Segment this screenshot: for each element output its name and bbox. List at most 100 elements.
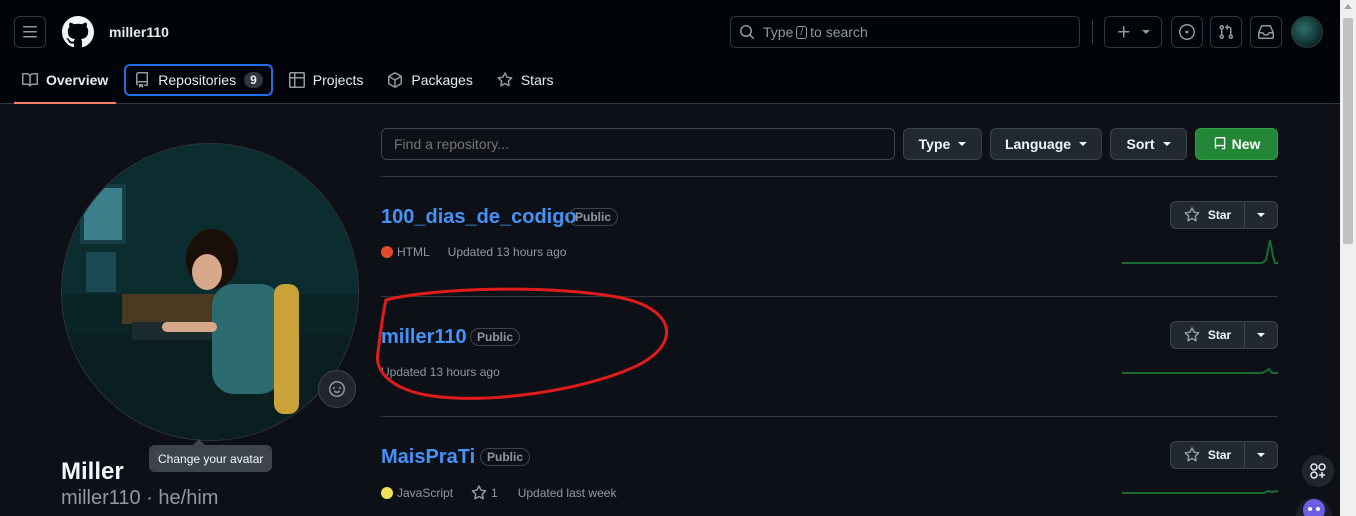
- chevron-down-icon: [1257, 333, 1265, 337]
- inbox-button[interactable]: [1250, 16, 1282, 48]
- repo-count-badge: 9: [244, 72, 263, 88]
- user-avatar[interactable]: [1291, 16, 1323, 48]
- inbox-icon: [1258, 25, 1274, 39]
- search-shortcut-key: /: [796, 25, 808, 39]
- page-scrollbar[interactable]: [1340, 0, 1356, 516]
- sort-button[interactable]: Sort: [1110, 128, 1187, 160]
- search-input[interactable]: Type / to search: [730, 16, 1080, 48]
- star-button-group: Star: [1170, 321, 1278, 349]
- create-new-button[interactable]: [1104, 16, 1162, 48]
- repo-filter-bar: Type Language Sort New: [381, 128, 1278, 160]
- star-list-dropdown[interactable]: [1245, 442, 1277, 468]
- chevron-down-icon: [1257, 453, 1265, 457]
- top-header: miller110 Type / to search Overview Repo…: [0, 0, 1340, 104]
- list-divider: [381, 176, 1278, 177]
- tab-stars[interactable]: Stars: [489, 64, 562, 96]
- star-label: Star: [1207, 448, 1232, 462]
- search-suffix: to search: [810, 24, 868, 40]
- activity-sparkline: [1122, 239, 1278, 264]
- language-color-dot: [381, 487, 393, 499]
- find-repository-input[interactable]: [381, 128, 895, 160]
- repo-icon: [136, 72, 149, 88]
- star-list-dropdown[interactable]: [1245, 322, 1277, 348]
- repo-updated: Updated last week: [517, 486, 617, 500]
- star-button-group: Star: [1170, 441, 1278, 469]
- sort-label: Sort: [1126, 136, 1155, 152]
- new-repository-button[interactable]: New: [1195, 128, 1278, 160]
- tab-label: Projects: [312, 72, 364, 88]
- visibility-badge: Public: [568, 208, 619, 226]
- star-button[interactable]: Star: [1171, 202, 1245, 228]
- apps-icon: [1310, 463, 1326, 479]
- issues-button[interactable]: [1171, 16, 1203, 48]
- repo-name-link[interactable]: MaisPraTi: [381, 446, 475, 469]
- activity-sparkline: [1122, 367, 1278, 374]
- scrollbar-thumb[interactable]: [1343, 18, 1353, 244]
- profile-login: miller110 · he/him: [61, 487, 219, 509]
- visibility-badge: Public: [480, 448, 531, 466]
- chevron-down-icon: [1162, 142, 1171, 146]
- new-label: New: [1231, 136, 1261, 152]
- repo-language: HTML: [397, 245, 430, 259]
- avatar-illustration: [62, 144, 358, 440]
- language-filter-label: Language: [1004, 136, 1072, 152]
- assistant-extension-button[interactable]: [1296, 498, 1332, 516]
- pull-requests-button[interactable]: [1210, 16, 1242, 48]
- hamburger-icon: [23, 26, 37, 38]
- type-filter-button[interactable]: Type: [903, 128, 982, 160]
- star-list-dropdown[interactable]: [1245, 202, 1277, 228]
- profile-tabs: Overview Repositories 9 Projects Package…: [14, 64, 570, 104]
- header-username[interactable]: miller110: [109, 24, 169, 40]
- issue-opened-icon: [1179, 24, 1195, 40]
- star-label: Star: [1207, 328, 1232, 342]
- package-icon: [388, 72, 403, 88]
- tab-packages[interactable]: Packages: [379, 64, 480, 96]
- profile-name: Miller: [61, 458, 124, 485]
- scroll-up-arrow-icon[interactable]: [1344, 4, 1352, 9]
- status-emoji-button[interactable]: [318, 370, 356, 408]
- repo-name-link[interactable]: 100_dias_de_codigo: [381, 206, 577, 229]
- chevron-down-icon: [1142, 30, 1150, 34]
- plus-icon: [1118, 26, 1130, 38]
- repo-meta: HTML Updated 13 hours ago: [381, 245, 566, 259]
- star-label: Star: [1207, 208, 1232, 222]
- star-icon: [1184, 207, 1200, 222]
- tab-label: Packages: [411, 72, 473, 88]
- tab-projects[interactable]: Projects: [281, 64, 372, 96]
- repo-meta: JavaScript 1 Updated last week: [381, 485, 616, 501]
- book-icon: [22, 72, 38, 87]
- activity-sparkline: [1122, 489, 1278, 494]
- type-filter-label: Type: [918, 136, 951, 152]
- chevron-down-icon: [958, 142, 967, 146]
- language-filter-button[interactable]: Language: [990, 128, 1102, 160]
- avatar-tooltip: Change your avatar: [149, 439, 273, 472]
- github-logo-icon[interactable]: [62, 16, 94, 48]
- repo-stars[interactable]: 1: [491, 486, 498, 500]
- star-icon: [497, 72, 513, 87]
- git-pull-request-icon: [1219, 24, 1234, 40]
- language-color-dot: [381, 246, 393, 258]
- search-icon: [740, 25, 755, 40]
- header-divider: [1092, 20, 1093, 44]
- repo-icon: [1214, 137, 1225, 150]
- star-icon[interactable]: [471, 485, 487, 501]
- star-button[interactable]: Star: [1171, 322, 1245, 348]
- chevron-down-icon: [1079, 142, 1088, 146]
- accessibility-helper-button[interactable]: [1302, 455, 1334, 487]
- tab-label: Overview: [46, 72, 109, 88]
- profile-avatar[interactable]: [61, 143, 359, 441]
- menu-button[interactable]: [14, 16, 46, 48]
- list-divider: [381, 416, 1278, 417]
- red-annotation-circle: [375, 287, 669, 400]
- repo-language: JavaScript: [397, 486, 454, 500]
- smiley-icon: [329, 381, 345, 397]
- tab-repositories[interactable]: Repositories 9: [124, 64, 273, 96]
- star-button-group: Star: [1170, 201, 1278, 229]
- search-prefix: Type: [763, 24, 794, 40]
- tab-overview[interactable]: Overview: [14, 64, 117, 104]
- tab-label: Repositories: [158, 72, 237, 88]
- repo-updated: Updated 13 hours ago: [447, 245, 567, 259]
- table-icon: [288, 72, 305, 88]
- star-button[interactable]: Star: [1171, 442, 1245, 468]
- star-icon: [1184, 327, 1200, 342]
